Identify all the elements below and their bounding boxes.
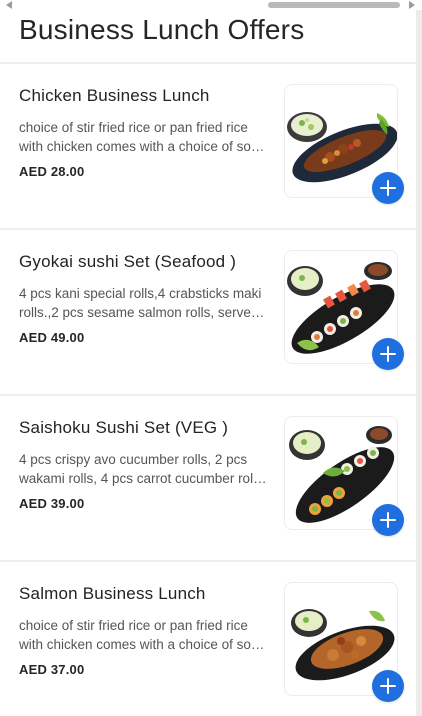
- item-price: AED 37.00: [19, 662, 85, 677]
- item-description: choice of stir fried rice or pan fried r…: [19, 618, 266, 652]
- scroll-left-arrow-icon[interactable]: [6, 1, 12, 9]
- page-title: Business Lunch Offers: [19, 14, 305, 45]
- add-to-cart-button[interactable]: [372, 338, 404, 370]
- item-name: Chicken Business Lunch: [19, 86, 210, 105]
- plus-icon: [380, 678, 396, 694]
- list-item[interactable]: Gyokai sushi Set (Seafood ) 4 pcs kani s…: [0, 230, 416, 394]
- item-text: Chicken Business Lunch choice of stir fr…: [19, 86, 269, 179]
- scroll-thumb[interactable]: [268, 2, 400, 8]
- item-text: Salmon Business Lunch choice of stir fri…: [19, 584, 269, 677]
- item-description: 4 pcs kani special rolls,4 crabsticks ma…: [19, 286, 262, 320]
- item-price: AED 28.00: [19, 164, 85, 179]
- list-item[interactable]: Chicken Business Lunch choice of stir fr…: [0, 64, 416, 228]
- list-item[interactable]: Salmon Business Lunch choice of stir fri…: [0, 562, 416, 716]
- item-text: Gyokai sushi Set (Seafood ) 4 pcs kani s…: [19, 252, 269, 345]
- item-name: Gyokai sushi Set (Seafood ): [19, 252, 237, 271]
- add-to-cart-button[interactable]: [372, 172, 404, 204]
- item-description: 4 pcs crispy avo cucumber rolls, 2 pcs w…: [19, 452, 267, 486]
- horizontal-scrollbar[interactable]: [0, 0, 422, 10]
- plus-icon: [380, 346, 396, 362]
- scroll-right-arrow-icon[interactable]: [409, 1, 415, 9]
- add-to-cart-button[interactable]: [372, 670, 404, 702]
- item-price: AED 49.00: [19, 330, 85, 345]
- offer-list: Chicken Business Lunch choice of stir fr…: [0, 62, 416, 716]
- plus-icon: [380, 180, 396, 196]
- list-item[interactable]: Saishoku Sushi Set (VEG ) 4 pcs crispy a…: [0, 396, 416, 560]
- item-text: Saishoku Sushi Set (VEG ) 4 pcs crispy a…: [19, 418, 269, 511]
- plus-icon: [380, 512, 396, 528]
- vertical-scroll-track[interactable]: [416, 10, 422, 716]
- item-name: Saishoku Sushi Set (VEG ): [19, 418, 229, 437]
- item-description: choice of stir fried rice or pan fried r…: [19, 120, 266, 154]
- item-price: AED 39.00: [19, 496, 85, 511]
- item-name: Salmon Business Lunch: [19, 584, 206, 603]
- add-to-cart-button[interactable]: [372, 504, 404, 536]
